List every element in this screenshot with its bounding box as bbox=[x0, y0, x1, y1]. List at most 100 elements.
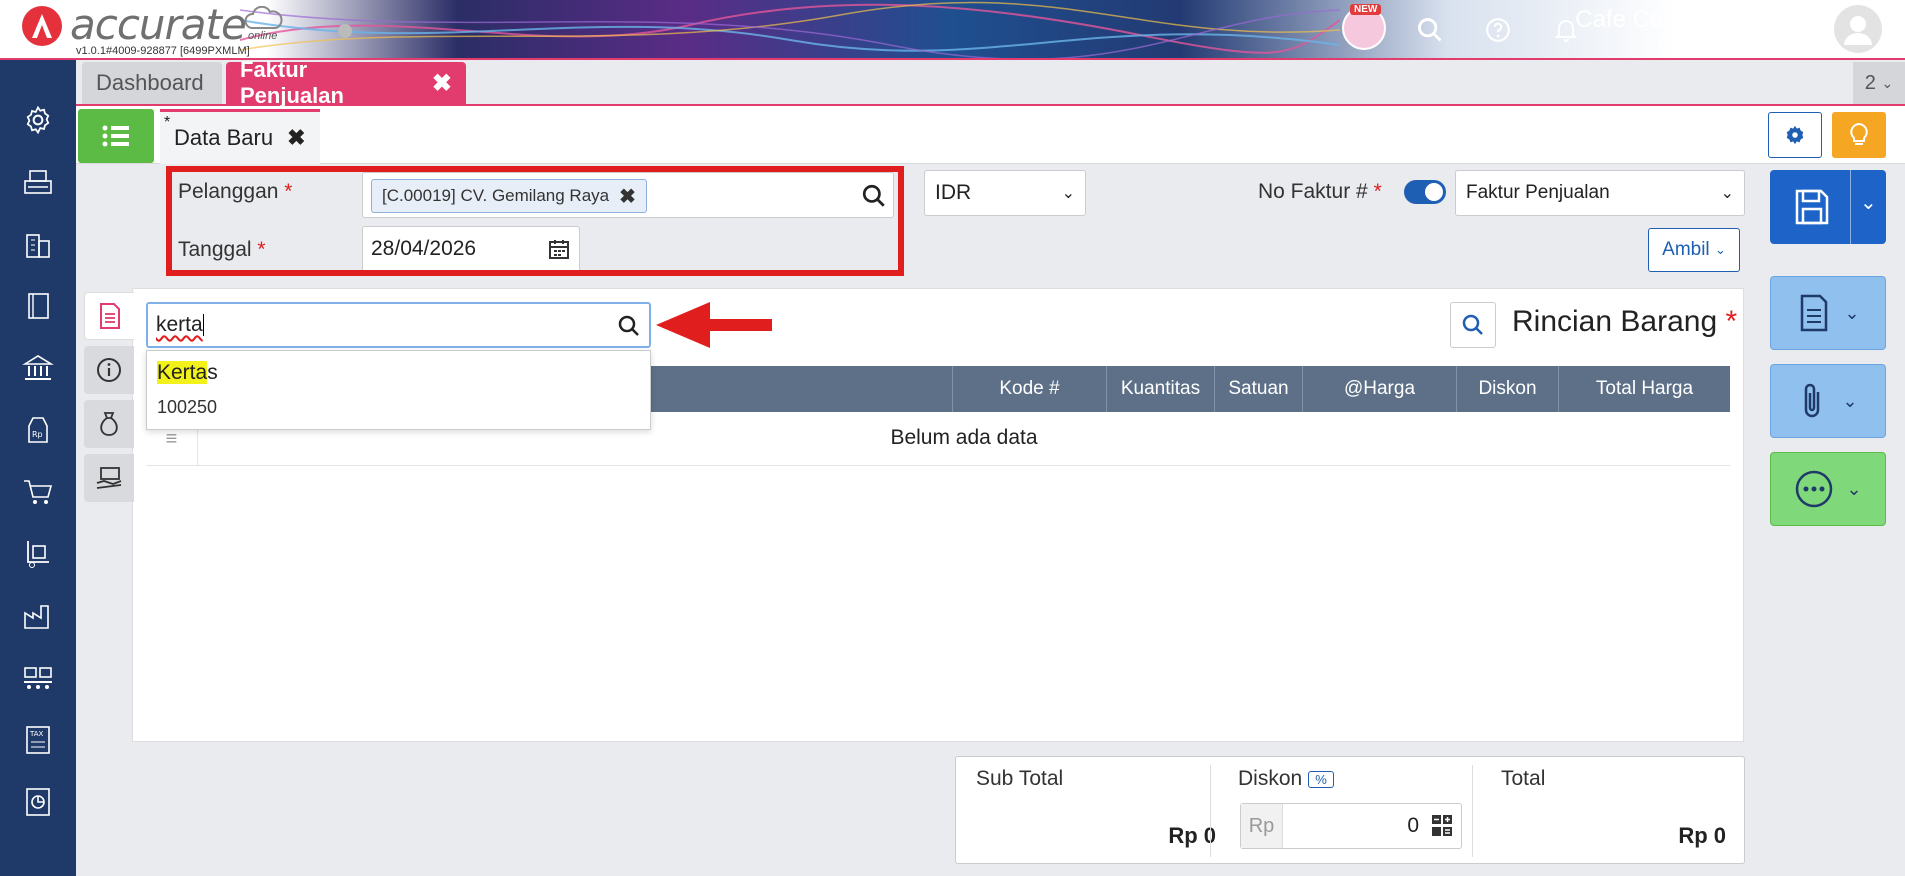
print-document-button[interactable]: ⌄ bbox=[1770, 276, 1886, 350]
search-icon[interactable] bbox=[617, 314, 641, 338]
result-item-code[interactable]: 100250 bbox=[157, 397, 217, 418]
settings-gear-icon[interactable] bbox=[18, 100, 58, 140]
tab-data-baru-label: Data Baru bbox=[174, 125, 274, 150]
close-tab-icon[interactable]: ✖ bbox=[432, 69, 452, 98]
auto-number-toggle[interactable] bbox=[1404, 180, 1446, 204]
total-value: Rp 0 bbox=[1678, 823, 1726, 848]
chevron-down-icon: ⌄ bbox=[1061, 185, 1075, 202]
tab-payment[interactable] bbox=[84, 454, 134, 502]
version-label: v1.0.1#4009-928877 [6499PXMLM] bbox=[76, 45, 250, 57]
factory-icon[interactable] bbox=[18, 596, 58, 636]
annotation-highlight-box bbox=[166, 166, 904, 276]
module-tabs: Dashboard Faktur Penjualan ✖ 2 ⌄ bbox=[76, 57, 1905, 108]
tab-data-baru[interactable]: * Data Baru ✖ bbox=[160, 109, 320, 164]
sidebar: Rp TAX bbox=[0, 60, 76, 876]
col-diskon[interactable]: Diskon bbox=[1456, 366, 1558, 412]
building-icon[interactable] bbox=[18, 224, 58, 264]
chevron-down-icon: ⌄ bbox=[1714, 242, 1726, 257]
attachment-button[interactable]: ⌄ bbox=[1770, 364, 1886, 438]
unsaved-indicator: * bbox=[164, 114, 171, 131]
cash-register-icon[interactable] bbox=[18, 162, 58, 202]
tab-faktur-penjualan[interactable]: Faktur Penjualan ✖ bbox=[226, 57, 466, 108]
col-total-harga[interactable]: Total Harga bbox=[1558, 366, 1730, 412]
ambil-button[interactable]: Ambil ⌄ bbox=[1648, 228, 1740, 272]
tab-costs[interactable] bbox=[84, 400, 134, 448]
cloud-icon bbox=[244, 6, 283, 29]
totals-panel: Sub Total Rp 0 Diskon% Rp 0 Total Rp 0 bbox=[955, 756, 1745, 864]
item-search-results: Kertas 100250 bbox=[146, 350, 651, 430]
price-tag-rp-icon[interactable]: Rp bbox=[18, 410, 58, 450]
col-satuan[interactable]: Satuan bbox=[1214, 366, 1302, 412]
subtotal-group: Sub Total Rp 0 bbox=[976, 767, 1226, 857]
tax-document-icon[interactable]: TAX bbox=[18, 720, 58, 760]
paperclip-icon bbox=[1805, 383, 1820, 418]
save-button[interactable]: ⌄ bbox=[1770, 170, 1886, 244]
currency-select[interactable]: IDR ⌄ bbox=[924, 170, 1086, 216]
hand-truck-icon[interactable] bbox=[18, 534, 58, 574]
more-actions-button[interactable]: ⌄ bbox=[1770, 452, 1886, 526]
subtotal-label: Sub Total bbox=[976, 767, 1064, 790]
help-icon[interactable] bbox=[1478, 10, 1518, 50]
search-icon bbox=[1462, 314, 1483, 335]
report-chart-icon[interactable] bbox=[18, 782, 58, 822]
tips-button[interactable] bbox=[1832, 112, 1886, 158]
list-icon bbox=[102, 125, 129, 147]
list-view-button[interactable] bbox=[78, 109, 154, 163]
diskon-value: 0 bbox=[1407, 814, 1419, 837]
tab-item-details[interactable] bbox=[84, 292, 134, 340]
currency-value: IDR bbox=[935, 181, 972, 204]
user-name[interactable]: Anggun Fitriani bbox=[1658, 34, 1766, 52]
item-search-input[interactable]: kerta bbox=[146, 302, 651, 348]
accurate-logo bbox=[22, 6, 62, 46]
total-label: Total bbox=[1501, 767, 1546, 790]
chevron-down-icon: ⌄ bbox=[1842, 390, 1858, 411]
ledger-book-icon[interactable] bbox=[18, 286, 58, 326]
col-kode[interactable]: Kode # bbox=[952, 366, 1106, 412]
inventory-boxes-icon[interactable] bbox=[18, 658, 58, 698]
result-name-rest: s bbox=[207, 361, 218, 384]
diskon-percent-toggle[interactable]: % bbox=[1308, 770, 1334, 788]
diskon-input[interactable]: Rp 0 bbox=[1240, 803, 1462, 849]
result-match-highlight: Kerta bbox=[157, 361, 208, 384]
chevron-down-icon: ⌄ bbox=[1720, 185, 1734, 202]
text-caret bbox=[202, 314, 204, 337]
tab-faktur-label: Faktur Penjualan bbox=[240, 57, 344, 108]
total-group: Total Rp 0 bbox=[1501, 767, 1736, 857]
tab-count-dropdown[interactable]: 2 ⌄ bbox=[1853, 62, 1905, 104]
company-name[interactable]: Cafe Cerita Dunia bbox=[1575, 6, 1766, 34]
col-harga[interactable]: @Harga bbox=[1302, 366, 1456, 412]
item-search-value: kerta bbox=[156, 313, 203, 336]
shopping-cart-icon[interactable] bbox=[18, 472, 58, 512]
document-list-icon bbox=[99, 303, 120, 329]
chevron-down-icon: ⌄ bbox=[1846, 478, 1862, 499]
chevron-down-icon[interactable]: ⌄ bbox=[1860, 190, 1877, 215]
close-subtab-icon[interactable]: ✖ bbox=[287, 125, 305, 151]
no-faktur-label: No Faktur # * bbox=[1258, 180, 1382, 203]
search-icon[interactable] bbox=[1410, 10, 1450, 50]
tab-count-value: 2 bbox=[1864, 71, 1876, 94]
tab-dashboard[interactable]: Dashboard bbox=[82, 62, 222, 104]
subtotal-value: Rp 0 bbox=[1168, 823, 1216, 848]
form-settings-button[interactable] bbox=[1768, 112, 1822, 158]
faktur-type-value: Faktur Penjualan bbox=[1466, 182, 1610, 203]
tab-info[interactable] bbox=[84, 346, 134, 394]
chevron-down-icon: ⌄ bbox=[1844, 302, 1860, 323]
brand-name: accurate bbox=[70, 0, 247, 49]
header-dot bbox=[338, 24, 352, 38]
faktur-type-select[interactable]: Faktur Penjualan ⌄ bbox=[1455, 170, 1745, 216]
app-header: accurate online v1.0.1#4009-928877 [6499… bbox=[0, 0, 1905, 60]
rincian-search-button[interactable] bbox=[1450, 302, 1496, 348]
info-icon bbox=[97, 358, 121, 382]
new-badge: NEW bbox=[1350, 4, 1382, 15]
ambil-label: Ambil bbox=[1662, 239, 1710, 260]
document-icon bbox=[1801, 294, 1828, 332]
calculator-icon[interactable] bbox=[1431, 814, 1453, 838]
profile-avatar[interactable] bbox=[1834, 5, 1882, 53]
col-kuantitas[interactable]: Kuantitas bbox=[1106, 366, 1214, 412]
svg-text:Rp: Rp bbox=[32, 430, 43, 439]
result-item-name[interactable]: Kertas bbox=[157, 361, 218, 385]
bank-icon[interactable] bbox=[18, 348, 58, 388]
annotation-arrow bbox=[656, 302, 772, 348]
rincian-barang-title: Rincian Barang * bbox=[1512, 305, 1738, 338]
header-wave-decoration bbox=[240, 1, 1340, 58]
